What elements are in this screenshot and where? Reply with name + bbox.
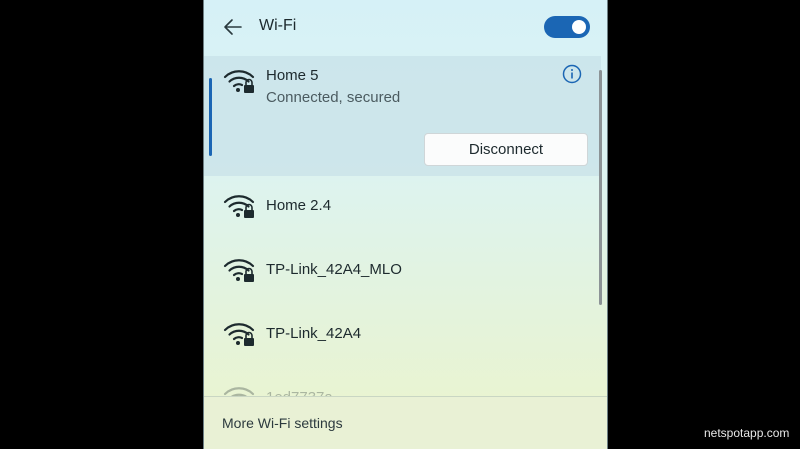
wifi-header: Wi-Fi (204, 0, 607, 56)
wifi-secured-icon (223, 387, 255, 396)
more-wifi-settings-link[interactable]: More Wi-Fi settings (222, 415, 343, 431)
disconnect-button[interactable]: Disconnect (424, 133, 588, 166)
selected-indicator (209, 78, 212, 156)
page-title: Wi-Fi (259, 17, 297, 34)
network-name: TP-Link_42A4 (266, 325, 362, 342)
wifi-secured-icon (223, 259, 255, 282)
network-list: Home 5 Connected, secured Disconnect Hom… (204, 56, 601, 396)
wifi-flyout: Wi-Fi Home 5 Connected, secured Disconne… (203, 0, 608, 449)
network-name: 1ed7737a (266, 389, 333, 396)
toggle-knob (572, 20, 586, 34)
network-item-home-2-4[interactable]: Home 2.4 (204, 176, 601, 240)
wifi-secured-icon (223, 323, 255, 346)
info-icon[interactable] (562, 64, 582, 84)
network-name: Home 5 (266, 67, 319, 84)
wifi-toggle[interactable] (544, 16, 590, 38)
network-item-home-5[interactable]: Home 5 Connected, secured Disconnect (204, 56, 601, 176)
network-status: Connected, secured (266, 89, 401, 106)
network-name: TP-Link_42A4_MLO (266, 261, 402, 278)
wifi-secured-icon (223, 70, 255, 93)
network-item-tp-link-42a4-mlo[interactable]: TP-Link_42A4_MLO (204, 240, 601, 304)
wifi-secured-icon (223, 195, 255, 218)
watermark: netspotapp.com (704, 426, 790, 440)
network-item-tp-link-42a4[interactable]: TP-Link_42A4 (204, 304, 601, 368)
footer: More Wi-Fi settings (204, 396, 607, 449)
network-item-1ed7737a[interactable]: 1ed7737a (204, 368, 601, 396)
scrollbar[interactable] (599, 70, 602, 305)
back-arrow-icon[interactable] (222, 16, 244, 38)
network-name: Home 2.4 (266, 197, 332, 214)
